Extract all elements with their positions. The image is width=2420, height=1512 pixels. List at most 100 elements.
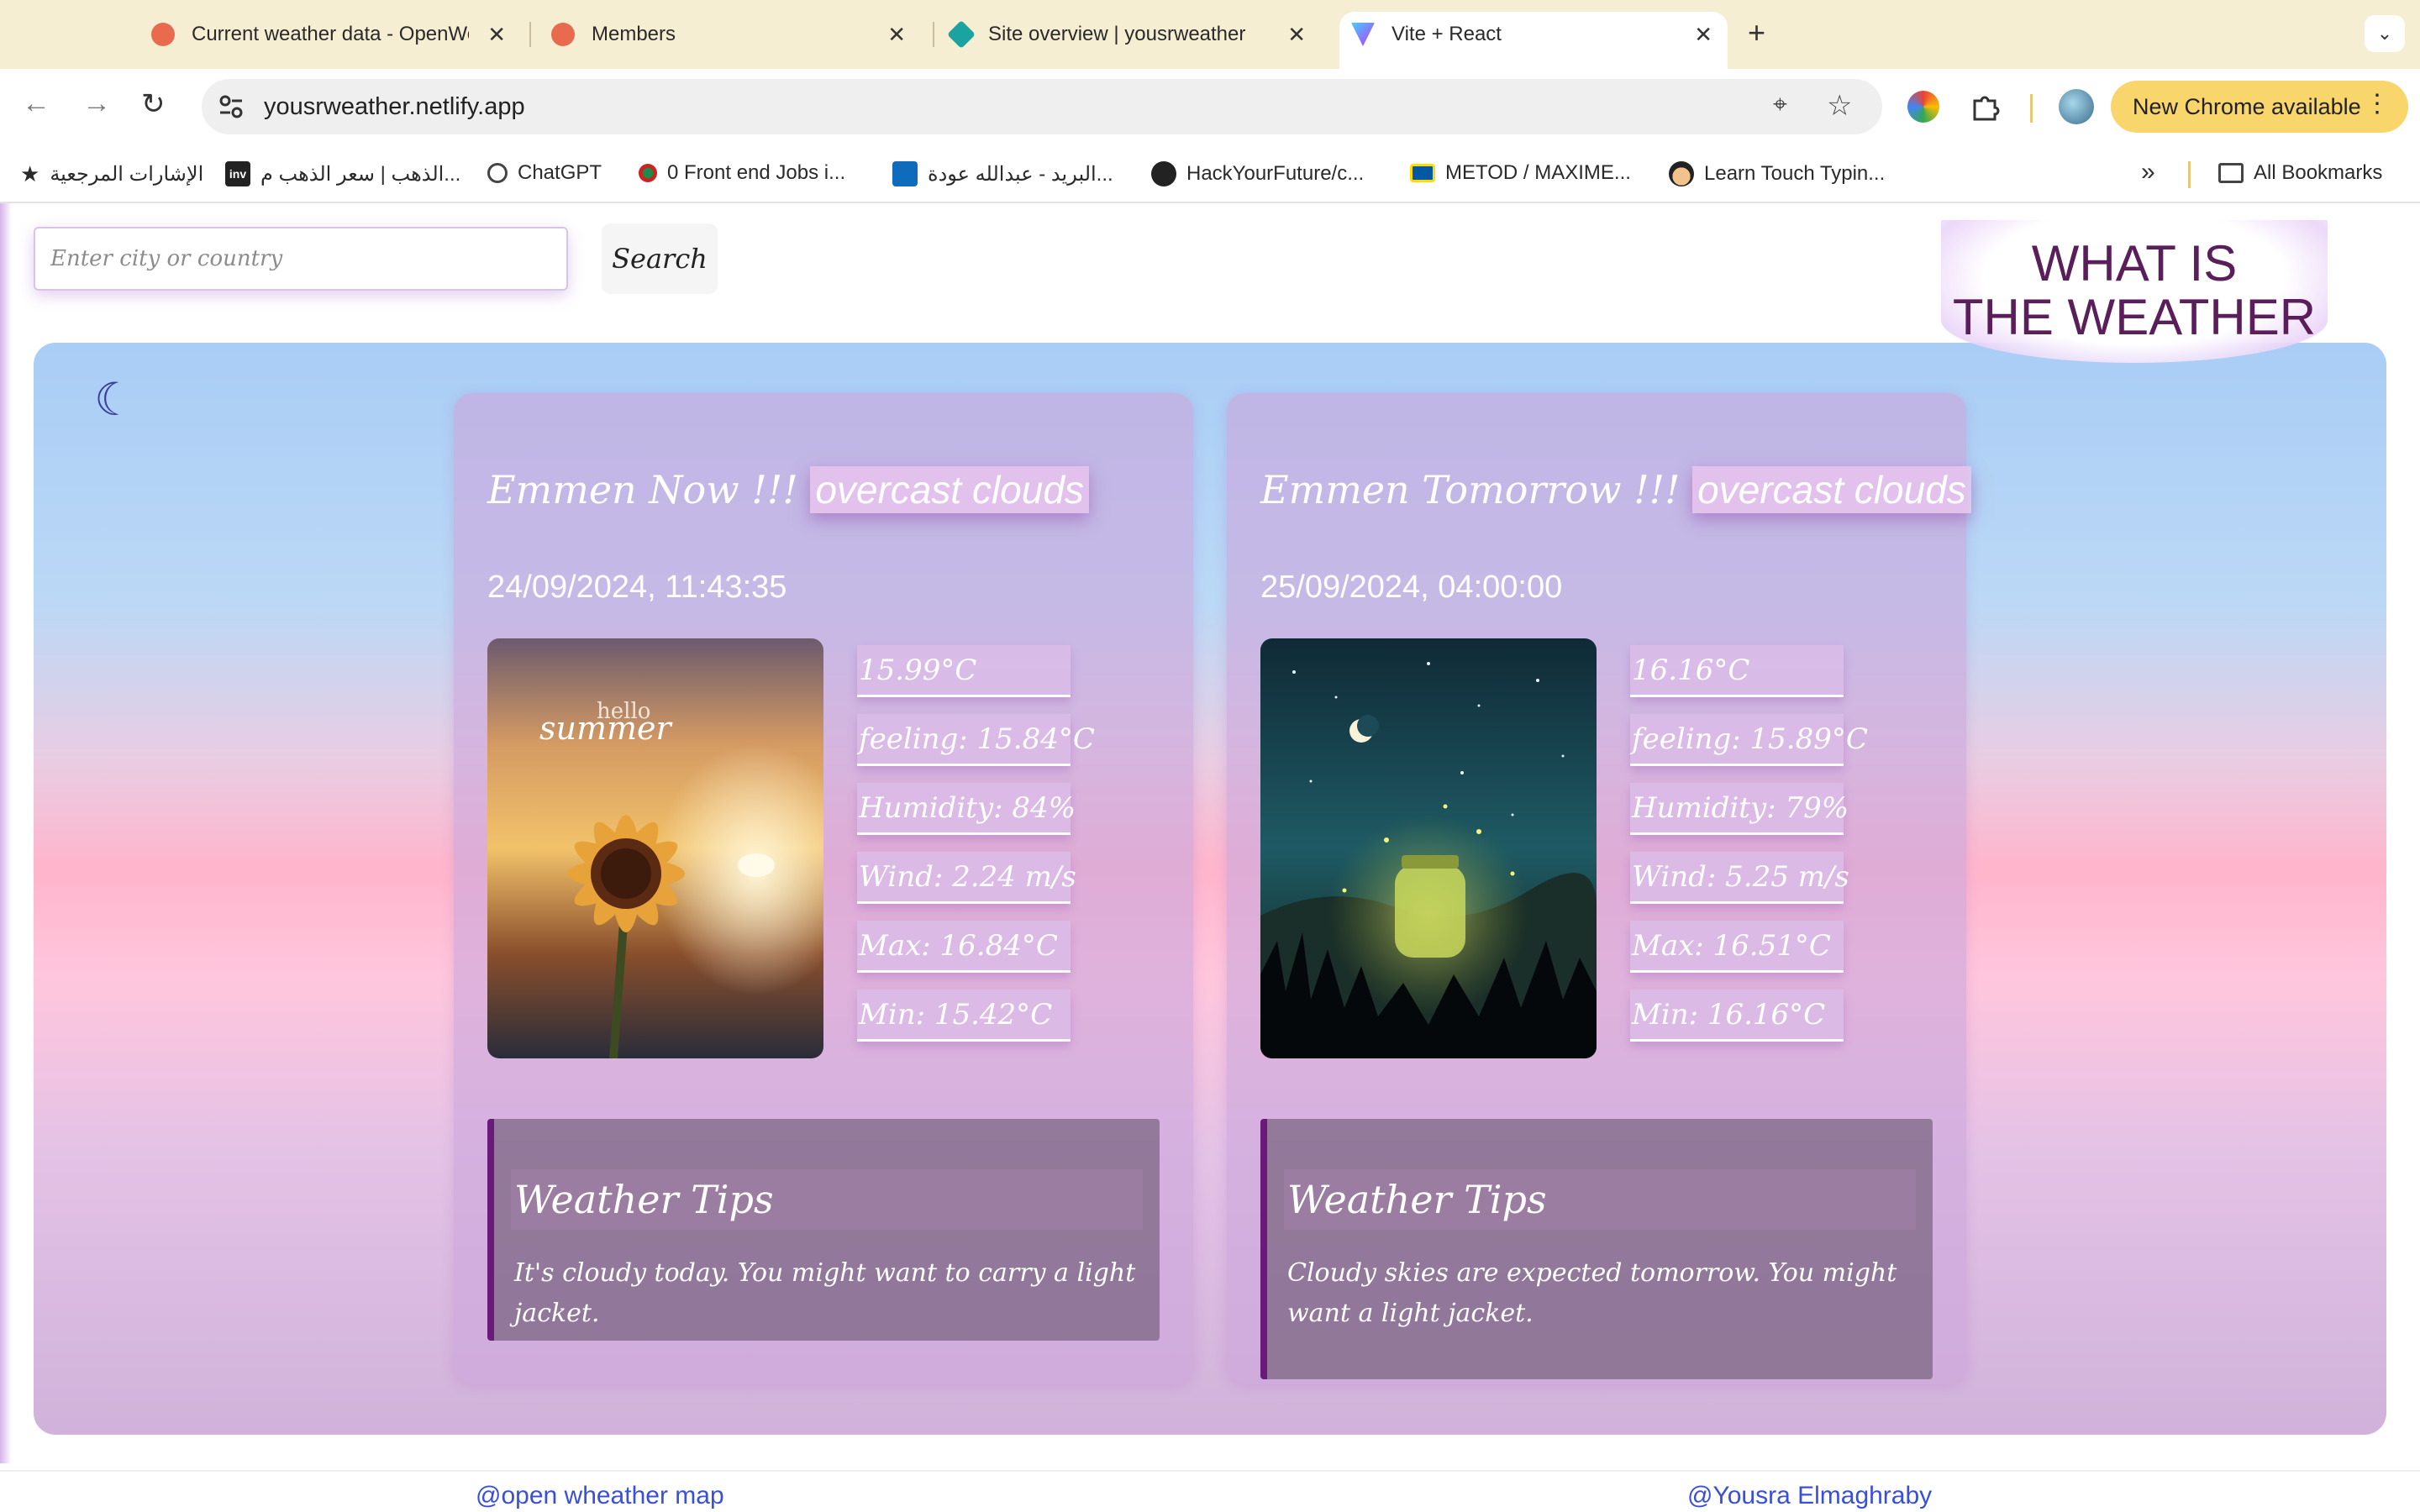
- bookmark-label: البريد - عبدالله عودة...: [928, 162, 1113, 186]
- tab-strip: Current weather data - OpenWeatherMap ✕ …: [0, 0, 2420, 69]
- bookmark-item[interactable]: Learn Touch Typin...: [1669, 161, 1885, 186]
- condition-label: overcast clouds: [1692, 466, 1971, 513]
- card-title: Emmen Now !!! overcast clouds: [487, 466, 1089, 513]
- stat-wind: Wind: 2.24 m/s: [857, 852, 1076, 904]
- close-icon[interactable]: ✕: [887, 22, 906, 48]
- update-chrome-label: New Chrome available: [2133, 93, 2361, 119]
- all-bookmarks-label: All Bookmarks: [2254, 161, 2383, 184]
- extensions-puzzle-icon[interactable]: [1970, 91, 2002, 123]
- close-icon[interactable]: ✕: [1694, 22, 1712, 48]
- stat-feeling: feeling: 15.84°C: [857, 714, 1095, 766]
- tips-title: Weather Tips: [1284, 1169, 1916, 1230]
- bookmark-item[interactable]: inv الذهب | سعر الذهب م...: [225, 161, 460, 186]
- stat-temperature: 16.16°C: [1630, 645, 1844, 697]
- stat-humidity: Humidity: 84%: [857, 783, 1076, 835]
- condition-label: overcast clouds: [810, 466, 1089, 513]
- weather-tips: Weather Tips It's cloudy today. You migh…: [487, 1119, 1160, 1341]
- openweather-link[interactable]: @open wheather map: [476, 1482, 724, 1510]
- bookmark-item[interactable]: البريد - عبدالله عودة...: [892, 161, 1113, 186]
- stat-min: Min: 16.16°C: [1630, 990, 1844, 1042]
- folder-icon: [2218, 163, 2244, 183]
- tab-openweather[interactable]: Current weather data - OpenWeatherMap ✕: [151, 12, 521, 57]
- chatgpt-icon: [487, 163, 508, 183]
- vite-favicon-icon: [1351, 23, 1375, 46]
- tab-netlify[interactable]: Site overview | yousrweather ✕: [947, 12, 1321, 57]
- plus-icon[interactable]: +: [1748, 15, 1765, 50]
- forward-arrow-icon[interactable]: →: [82, 87, 111, 120]
- card-datetime: 25/09/2024, 04:00:00: [1260, 570, 1563, 605]
- update-chrome-button[interactable]: New Chrome available ⋮: [2111, 81, 2408, 133]
- bookmark-label: METOD / MAXIME...: [1445, 161, 1631, 184]
- color-picker-extension-icon[interactable]: [1907, 91, 1939, 123]
- card-location: Emmen Now !!!: [487, 467, 798, 512]
- sunflower-image: hello summer: [487, 638, 823, 1058]
- bookmark-item[interactable]: HackYourFuture/c...: [1151, 161, 1364, 186]
- site-settings-icon[interactable]: [217, 92, 245, 121]
- stat-max: Max: 16.51°C: [1630, 921, 1844, 973]
- bookmark-item[interactable]: ★ الإشارات المرجعية: [20, 161, 203, 187]
- stat-temperature: 15.99°C: [857, 645, 1071, 697]
- author-link[interactable]: @Yousra Elmaghraby: [1687, 1482, 1932, 1510]
- location-pin-icon[interactable]: ⌖: [1773, 91, 1787, 119]
- tab-members[interactable]: Members ✕: [551, 12, 921, 57]
- ikea-icon: [1410, 164, 1435, 182]
- card-location: Emmen Tomorrow !!!: [1260, 467, 1681, 512]
- stats-list: 15.99°C feeling: 15.84°C Humidity: 84% W…: [857, 645, 1095, 1058]
- stat-wind: Wind: 5.25 m/s: [1630, 852, 1849, 904]
- weather-stage: ☾ Emmen Now !!! overcast clouds 24/09/20…: [34, 343, 2386, 1435]
- bookmark-label: Learn Touch Typin...: [1704, 162, 1886, 185]
- site-brand: WHAT IS THE WEATHER: [1941, 220, 2328, 363]
- card-datetime: 24/09/2024, 11:43:35: [487, 570, 787, 605]
- address-bar[interactable]: yousrweather.netlify.app ⌖ ☆: [202, 79, 1882, 134]
- stats-list: 16.16°C feeling: 15.89°C Humidity: 79% W…: [1630, 645, 1868, 1058]
- bookmark-label: الإشارات المرجعية: [50, 163, 204, 186]
- close-icon[interactable]: ✕: [1287, 22, 1306, 48]
- all-bookmarks[interactable]: All Bookmarks: [2218, 161, 2382, 185]
- tab-title: Site overview | yousrweather: [988, 23, 1246, 45]
- card-title: Emmen Tomorrow !!! overcast clouds: [1260, 466, 1971, 513]
- page-footer: @open wheather map @Yousra Elmaghraby: [0, 1470, 2420, 1512]
- night-fireflies-image: [1260, 638, 1597, 1058]
- chevron-down-icon[interactable]: ⌄: [2365, 15, 2405, 52]
- tab-vite-react[interactable]: Vite + React ✕: [1339, 12, 1728, 69]
- brand-line-2: THE WEATHER: [1952, 289, 2317, 345]
- tab-title: Current weather data - OpenWeatherMap: [192, 23, 469, 45]
- bookmark-star-icon[interactable]: ☆: [1827, 89, 1852, 123]
- profile-avatar[interactable]: [2059, 89, 2094, 124]
- bookmark-label: الذهب | سعر الذهب م...: [260, 162, 461, 186]
- stat-feeling: feeling: 15.89°C: [1630, 714, 1868, 766]
- bookmark-label: HackYourFuture/c...: [1186, 162, 1365, 185]
- back-arrow-icon[interactable]: ←: [22, 87, 50, 120]
- reload-icon[interactable]: ↻: [141, 87, 166, 121]
- stat-humidity: Humidity: 79%: [1630, 783, 1849, 835]
- bookmark-item[interactable]: METOD / MAXIME...: [1410, 161, 1631, 185]
- brand-line-1: WHAT IS: [2031, 235, 2238, 291]
- star-icon: ★: [20, 161, 40, 186]
- bookmark-label: 0 Front end Jobs i...: [667, 161, 846, 184]
- bookmarks-bar: ★ الإشارات المرجعية inv الذهب | سعر الذه…: [0, 144, 2420, 203]
- stat-max: Max: 16.84°C: [857, 921, 1071, 973]
- stat-min: Min: 15.42°C: [857, 990, 1071, 1042]
- tips-text: Cloudy skies are expected tomorrow. You …: [1287, 1258, 1897, 1328]
- netlify-favicon-icon: [947, 20, 976, 49]
- kebab-menu-icon[interactable]: ⋮: [2365, 89, 2390, 118]
- browser-toolbar: ← → ↻ yousrweather.netlify.app ⌖ ☆ New C…: [0, 69, 2420, 144]
- url-text[interactable]: yousrweather.netlify.app: [264, 93, 525, 121]
- openweather-favicon-icon: [151, 23, 175, 46]
- chevron-double-right-icon[interactable]: »: [2141, 158, 2155, 186]
- moon-icon[interactable]: ☾: [94, 373, 134, 426]
- image-caption-summer: summer: [539, 710, 674, 747]
- weather-tips: Weather Tips Cloudy skies are expected t…: [1260, 1119, 1933, 1379]
- close-icon[interactable]: ✕: [487, 22, 506, 48]
- bookmark-label: ChatGPT: [518, 161, 602, 184]
- leaf-icon: [639, 164, 657, 182]
- github-icon: [1151, 161, 1176, 186]
- tab-title: Members: [592, 23, 676, 45]
- weather-card-tomorrow: Emmen Tomorrow !!! overcast clouds 25/09…: [1227, 393, 1971, 1384]
- bookmark-item[interactable]: ChatGPT: [487, 161, 602, 185]
- search-button[interactable]: Search: [602, 223, 718, 294]
- bookmark-item[interactable]: 0 Front end Jobs i...: [639, 161, 845, 185]
- outlook-icon: [892, 161, 918, 186]
- city-search-input[interactable]: [34, 227, 568, 291]
- page-viewport: Search WHAT IS THE WEATHER ☾ Emmen Now !…: [0, 203, 2420, 1512]
